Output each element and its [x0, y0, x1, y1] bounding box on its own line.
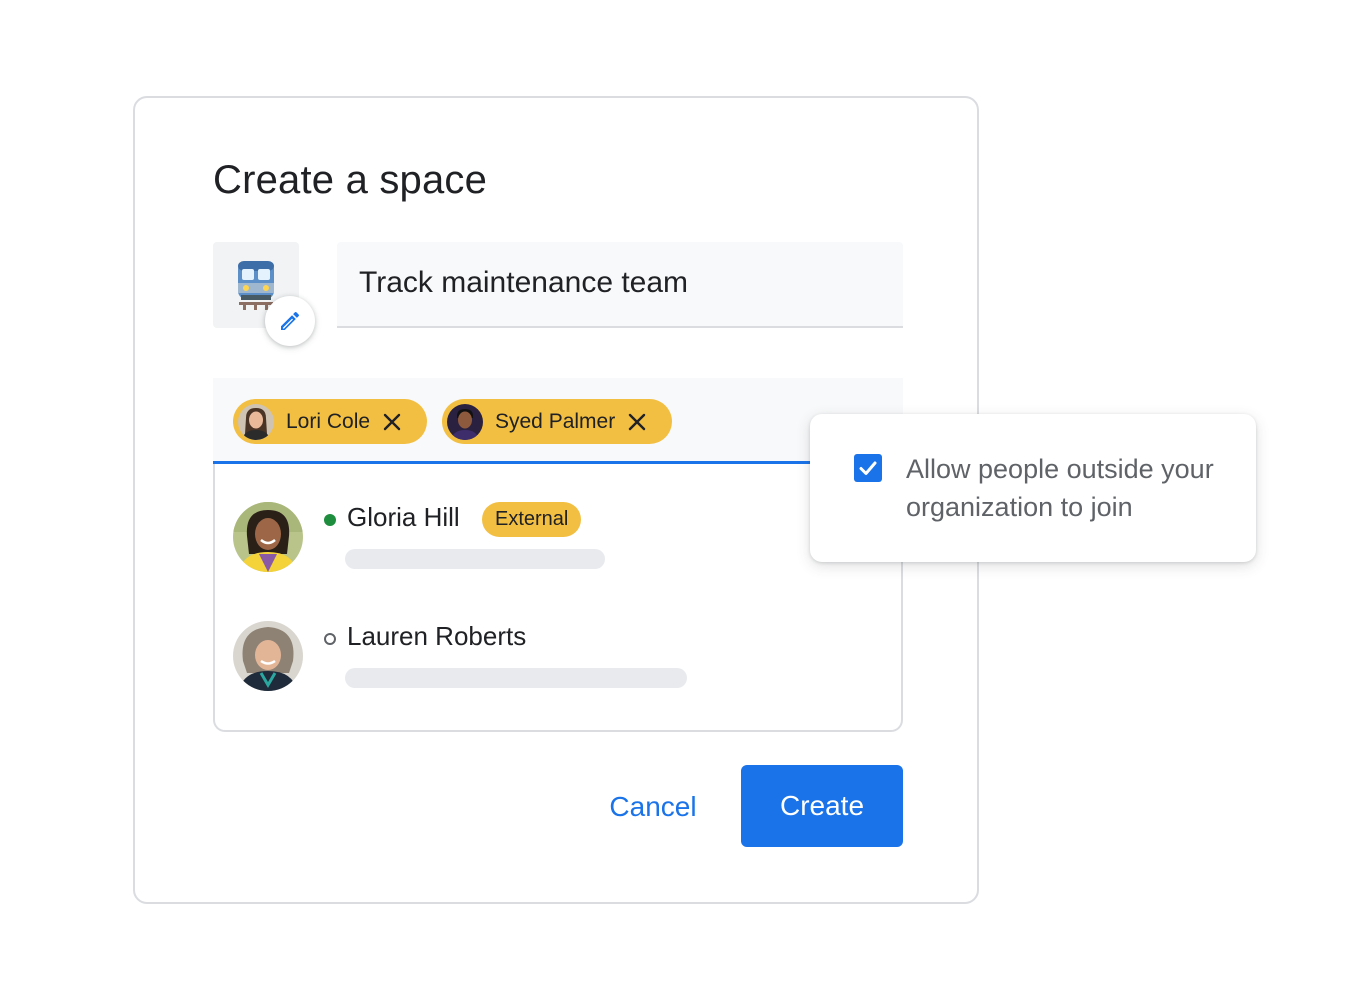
edit-emoji-button[interactable] — [265, 296, 315, 346]
external-access-popover: Allow people outside your organization t… — [810, 414, 1256, 562]
cancel-button[interactable]: Cancel — [593, 766, 713, 848]
avatar — [233, 621, 303, 691]
placeholder-bar — [345, 668, 687, 688]
person-name: Lauren Roberts — [347, 621, 527, 651]
online-status-icon — [324, 514, 336, 526]
dialog-title: Create a space — [213, 158, 488, 202]
avatar — [447, 403, 483, 440]
page: Create a space Track maintenance team Lo… — [0, 0, 1368, 1000]
external-badge: External — [482, 502, 582, 537]
close-icon[interactable] — [382, 412, 402, 432]
avatar — [238, 403, 274, 440]
suggestion-item[interactable]: Lauren Roberts — [233, 621, 883, 711]
add-people-field[interactable]: Lori Cole Syed Palmer — [213, 378, 903, 464]
space-name-input[interactable]: Track maintenance team — [337, 242, 903, 328]
create-button[interactable]: Create — [741, 765, 903, 847]
close-icon[interactable] — [627, 412, 647, 432]
pencil-icon — [281, 311, 300, 330]
person-chip[interactable]: Lori Cole — [233, 399, 427, 444]
avatar — [233, 502, 303, 572]
checkmark-icon — [859, 461, 877, 475]
space-name-value: Track maintenance team — [359, 266, 689, 299]
people-suggestions: Gloria Hill External Lauren Roberts — [213, 464, 903, 732]
chip-label: Lori Cole — [286, 409, 371, 433]
placeholder-bar — [345, 549, 605, 569]
suggestion-item[interactable]: Gloria Hill External — [233, 502, 883, 592]
chip-label: Syed Palmer — [495, 409, 616, 433]
offline-status-icon — [324, 633, 336, 645]
person-name: Gloria Hill — [347, 502, 460, 532]
person-chip[interactable]: Syed Palmer — [442, 399, 672, 444]
allow-external-label: Allow people outside your organization t… — [906, 454, 1214, 522]
allow-external-checkbox[interactable] — [854, 454, 882, 482]
